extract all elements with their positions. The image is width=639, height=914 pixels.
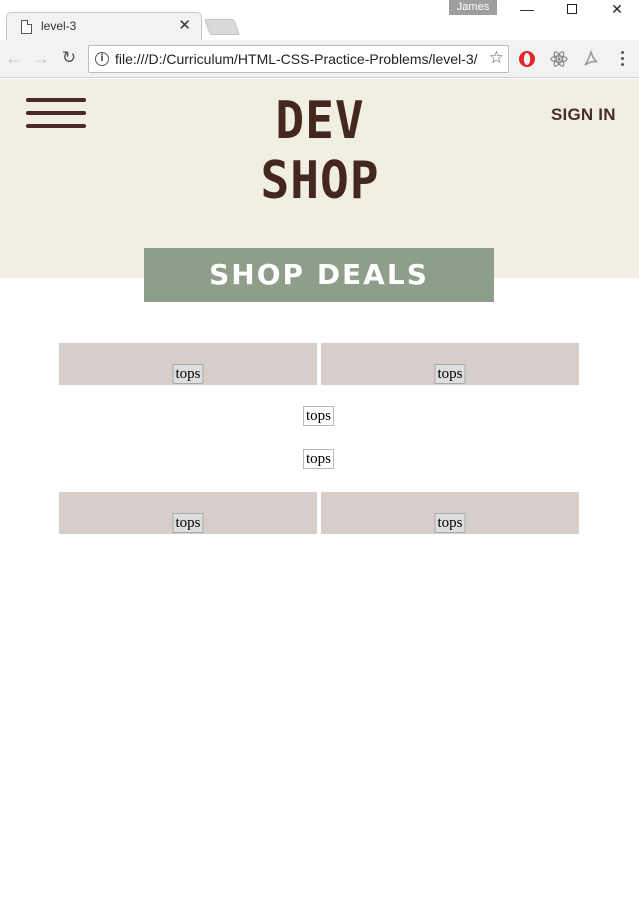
product-card: tops — [321, 343, 579, 385]
tab-title: level-3 — [41, 19, 77, 33]
window-close-button[interactable]: ✕ — [595, 0, 639, 20]
tops-button[interactable]: tops — [172, 513, 204, 533]
minimize-button[interactable]: — — [505, 0, 549, 20]
pdf-extension-icon[interactable] — [581, 49, 601, 69]
tops-button[interactable]: tops — [304, 450, 333, 468]
browser-toolbar: ← → ↻ i file:///D:/Curriculum/HTML-CSS-P… — [0, 40, 639, 78]
info-icon[interactable]: i — [95, 52, 109, 66]
browser-tab[interactable]: level-3 ✕ — [6, 12, 202, 41]
product-card: tops — [59, 492, 317, 534]
hamburger-menu-icon[interactable] — [26, 98, 86, 128]
file-icon — [21, 20, 32, 34]
address-bar[interactable]: i file:///D:/Curriculum/HTML-CSS-Practic… — [88, 45, 509, 73]
tops-button[interactable]: tops — [172, 364, 204, 384]
reload-button[interactable]: ↻ — [58, 48, 80, 70]
close-tab-icon[interactable]: ✕ — [178, 16, 191, 36]
product-card: tops — [321, 492, 579, 534]
product-row: tops tops — [59, 343, 579, 385]
page-viewport: DEV SHOP SIGN IN SHOP DEALS tops tops to… — [0, 79, 639, 914]
url-text[interactable]: file:///D:/Curriculum/HTML-CSS-Practice-… — [115, 51, 478, 67]
product-row: tops tops — [59, 492, 579, 534]
react-devtools-icon[interactable] — [549, 49, 569, 69]
tops-button-container[interactable]: tops — [303, 406, 334, 426]
tops-button[interactable]: tops — [434, 513, 466, 533]
more-vert-icon[interactable] — [612, 48, 632, 70]
tops-button[interactable]: tops — [434, 364, 466, 384]
shop-deals-button[interactable]: SHOP DEALS — [144, 248, 494, 302]
maximize-icon — [567, 4, 577, 14]
forward-button[interactable]: → — [30, 48, 52, 70]
maximize-button[interactable] — [550, 0, 594, 20]
new-tab-button[interactable] — [204, 19, 240, 35]
site-logo[interactable]: DEV SHOP — [210, 91, 431, 211]
back-button[interactable]: ← — [3, 48, 25, 70]
sign-in-link[interactable]: SIGN IN — [551, 105, 616, 125]
product-card: tops — [59, 343, 317, 385]
profile-badge[interactable]: James — [449, 0, 497, 15]
window-titlebar: level-3 ✕ James — ✕ — [0, 0, 639, 41]
tops-button[interactable]: tops — [304, 407, 333, 425]
bookmark-star-icon[interactable]: ☆ — [489, 48, 504, 68]
opera-extension-icon[interactable] — [517, 49, 537, 69]
tops-button-container[interactable]: tops — [303, 449, 334, 469]
